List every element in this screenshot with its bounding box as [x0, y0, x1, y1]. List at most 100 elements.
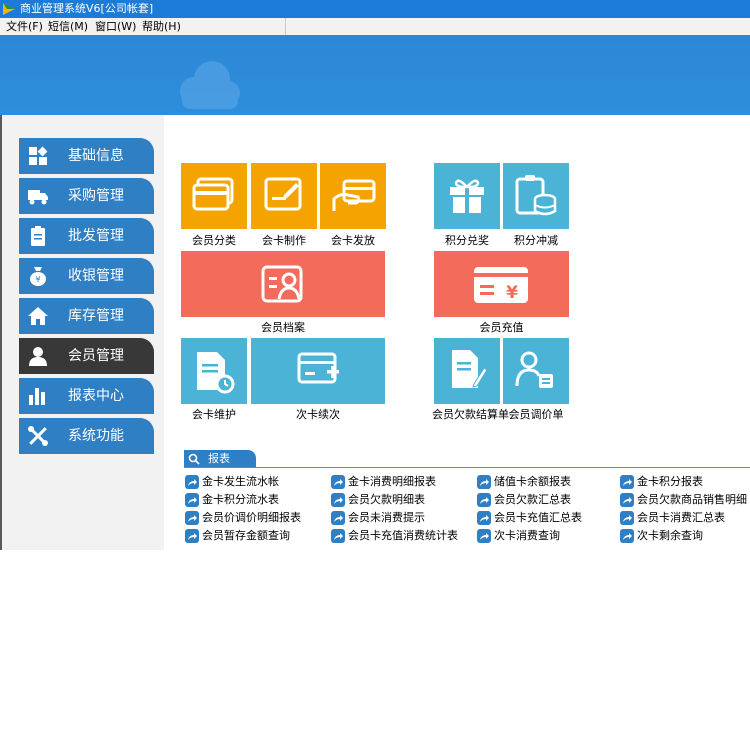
- report-link-label: 储值卡余额报表: [494, 475, 571, 488]
- sidebar-item-wholesale[interactable]: 批发管理: [19, 218, 154, 254]
- report-link-label: 会员欠款汇总表: [494, 493, 571, 506]
- person-document-icon: [515, 351, 553, 388]
- tile-points-offset[interactable]: [503, 163, 569, 229]
- tile-member-file[interactable]: [181, 251, 385, 317]
- sidebar-item-label: 报表中心: [68, 388, 124, 404]
- share-arrow-icon: [477, 511, 491, 525]
- reports-title: 报表: [208, 452, 230, 465]
- app-logo-icon: [3, 3, 15, 15]
- report-link-label: 会员未消费提示: [348, 511, 425, 524]
- tile-card-issue[interactable]: [320, 163, 386, 229]
- search-icon: [188, 453, 200, 465]
- sidebar-item-label: 库存管理: [68, 308, 124, 324]
- share-arrow-icon: [331, 529, 345, 543]
- truck-icon: [28, 190, 48, 205]
- report-link-label: 会员欠款商品销售明细: [637, 493, 747, 506]
- tile-member-category[interactable]: [181, 163, 247, 229]
- report-link-label: 金卡积分流水表: [202, 493, 279, 506]
- tools-icon: [28, 426, 48, 446]
- home-icon: [28, 307, 48, 325]
- sidebar-item-reports[interactable]: 报表中心: [19, 378, 154, 414]
- tile-label: 会卡制作: [262, 234, 306, 247]
- card-add-icon: [297, 352, 339, 384]
- tile-label: 会员分类: [192, 234, 236, 247]
- document-gear-icon: [197, 352, 235, 394]
- document-edit-icon: [452, 350, 488, 388]
- report-link-label: 会员暂存金额查询: [202, 529, 290, 542]
- share-arrow-icon: [331, 475, 345, 489]
- tile-label: 次卡续次: [296, 408, 340, 421]
- sidebar-item-member[interactable]: 会员管理: [19, 338, 154, 374]
- report-link-label: 会员欠款明细表: [348, 493, 425, 506]
- sidebar-item-label: 批发管理: [68, 228, 124, 244]
- recharge-card-icon: ¥: [474, 267, 528, 303]
- menu-separator: [285, 18, 286, 35]
- report-link-label: 会员价调价明细报表: [202, 511, 301, 524]
- tile-card-maintain[interactable]: [181, 338, 247, 404]
- window-title: 商业管理系统V6[公司帐套]: [20, 2, 154, 15]
- tile-card-make[interactable]: [251, 163, 317, 229]
- profile-card-icon: [261, 265, 303, 303]
- tile-label: 积分兑奖: [445, 234, 489, 247]
- share-arrow-icon: [620, 511, 634, 525]
- sidebar-item-label: 基础信息: [68, 148, 124, 164]
- reports-divider: [184, 467, 750, 468]
- tile-label: 会卡维护: [192, 408, 236, 421]
- edit-card-icon: [264, 177, 302, 211]
- share-arrow-icon: [620, 493, 634, 507]
- tile-points-redeem[interactable]: [434, 163, 500, 229]
- report-link-label: 次卡消费查询: [494, 529, 560, 542]
- gift-icon: [450, 179, 484, 213]
- share-arrow-icon: [331, 511, 345, 525]
- money-bag-icon: ¥: [30, 267, 46, 286]
- menu-sms[interactable]: 短信(M): [48, 18, 88, 35]
- person-icon: [29, 347, 47, 366]
- grid-icon: [29, 146, 48, 165]
- coins-icon: [515, 175, 557, 216]
- share-arrow-icon: [620, 529, 634, 543]
- tile-label: 会员欠款结算单: [432, 408, 509, 421]
- share-arrow-icon: [185, 493, 199, 507]
- sidebar-item-cashier[interactable]: ¥ 收银管理: [19, 258, 154, 294]
- report-link-label: 会员卡充值消费统计表: [348, 529, 458, 542]
- tile-label: 会员调价单: [508, 408, 564, 421]
- sidebar-item-label: 采购管理: [68, 188, 124, 204]
- report-link-label: 金卡发生流水帐: [202, 475, 279, 488]
- cloud-icon: [180, 61, 240, 109]
- window-titlebar: 商业管理系统V6[公司帐套]: [0, 0, 750, 18]
- header-banner: [0, 35, 750, 115]
- hand-card-icon: [332, 179, 376, 211]
- sidebar-item-inventory[interactable]: 库存管理: [19, 298, 154, 334]
- share-arrow-icon: [331, 493, 345, 507]
- tile-label: 会卡发放: [331, 234, 375, 247]
- menu-help[interactable]: 帮助(H): [142, 18, 181, 35]
- share-arrow-icon: [477, 475, 491, 489]
- report-link-label: 次卡剩余查询: [637, 529, 703, 542]
- tile-label: 会员档案: [261, 321, 305, 334]
- sidebar-item-label: 收银管理: [68, 268, 124, 284]
- share-arrow-icon: [185, 511, 199, 525]
- sidebar-item-system[interactable]: 系统功能: [19, 418, 154, 454]
- tile-card-renew[interactable]: [251, 338, 385, 404]
- cards-icon: [192, 177, 234, 211]
- tile-member-recharge[interactable]: ¥: [434, 251, 569, 317]
- sidebar-item-label: 会员管理: [68, 348, 124, 364]
- sidebar-item-basic-info[interactable]: 基础信息: [19, 138, 154, 174]
- menu-file[interactable]: 文件(F): [6, 18, 43, 35]
- share-arrow-icon: [185, 529, 199, 543]
- tile-label: 会员充值: [479, 321, 524, 334]
- bar-chart-icon: [29, 388, 45, 405]
- tile-price-adjust[interactable]: [503, 338, 569, 404]
- share-arrow-icon: [185, 475, 199, 489]
- sidebar-item-purchase[interactable]: 采购管理: [19, 178, 154, 214]
- tile-arrears-settle[interactable]: [434, 338, 500, 404]
- svg-text:¥: ¥: [506, 283, 518, 303]
- tile-label: 积分冲减: [514, 234, 558, 247]
- share-arrow-icon: [477, 529, 491, 543]
- report-link-label: 金卡消费明细报表: [348, 475, 436, 488]
- menu-bar: 文件(F) 短信(M) 窗口(W) 帮助(H): [0, 18, 750, 35]
- menu-window[interactable]: 窗口(W): [95, 18, 136, 35]
- sidebar-item-label: 系统功能: [68, 428, 124, 444]
- clipboard-icon: [31, 226, 45, 246]
- share-arrow-icon: [620, 475, 634, 489]
